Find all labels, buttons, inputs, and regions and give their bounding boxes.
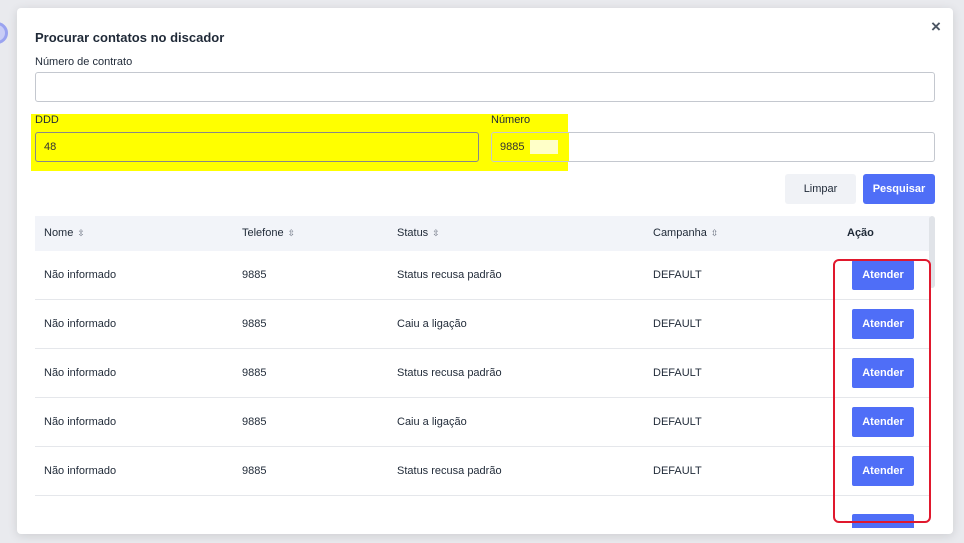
cell-campanha: DEFAULT bbox=[653, 269, 702, 281]
cell-telefone: 9885 bbox=[242, 416, 267, 428]
cell-campanha: DEFAULT bbox=[653, 465, 702, 477]
table-row: Não informado 9885 Status recusa padrão … bbox=[35, 447, 930, 496]
modal-title: Procurar contatos no discador bbox=[35, 30, 225, 45]
cell-nome: Não informado bbox=[44, 269, 117, 281]
cell-nome: Não informado bbox=[44, 416, 117, 428]
table-row: Não informado 9885 Status recusa padrão … bbox=[35, 251, 930, 300]
sort-icon[interactable]: ⇳ bbox=[288, 216, 296, 251]
cell-campanha: DEFAULT bbox=[653, 416, 702, 428]
cell-nome: Não informado bbox=[44, 367, 117, 379]
search-contacts-modal: × Procurar contatos no discador Número d… bbox=[17, 8, 953, 534]
numero-label: Número bbox=[491, 114, 531, 126]
cell-status: Status recusa padrão bbox=[397, 269, 502, 281]
cell-campanha: DEFAULT bbox=[653, 367, 702, 379]
cell-telefone: 9885 bbox=[242, 367, 267, 379]
column-header-nome[interactable]: Nome ⇳ bbox=[44, 216, 85, 251]
table-row: Não informado 9885 Caiu a ligação DEFAUL… bbox=[35, 300, 930, 349]
cell-status: Caiu a ligação bbox=[397, 416, 467, 428]
contract-number-label: Número de contrato bbox=[35, 56, 133, 68]
sort-icon[interactable]: ⇳ bbox=[432, 216, 440, 251]
column-header-status[interactable]: Status ⇳ bbox=[397, 216, 440, 251]
sort-icon[interactable]: ⇳ bbox=[77, 216, 85, 251]
ddd-input[interactable]: 48 bbox=[35, 132, 479, 162]
cell-status: Caiu a ligação bbox=[397, 318, 467, 330]
cell-telefone: 9885 bbox=[242, 318, 267, 330]
column-header-campanha[interactable]: Campanha ⇳ bbox=[653, 216, 718, 251]
column-header-telefone[interactable]: Telefone ⇳ bbox=[242, 216, 295, 251]
contract-number-input[interactable] bbox=[35, 72, 935, 102]
cell-campanha: DEFAULT bbox=[653, 318, 702, 330]
cell-status: Status recusa padrão bbox=[397, 465, 502, 477]
redaction-mask bbox=[530, 140, 558, 154]
table-header: Nome ⇳ Telefone ⇳ Status ⇳ Campanha ⇳ Ação bbox=[35, 216, 930, 251]
column-header-acao: Ação bbox=[847, 227, 874, 239]
sort-icon[interactable]: ⇳ bbox=[711, 216, 719, 251]
close-icon[interactable]: × bbox=[928, 18, 944, 35]
table-row: Não informado 9885 Status recusa padrão … bbox=[35, 349, 930, 398]
search-button[interactable]: Pesquisar bbox=[863, 174, 935, 204]
ddd-label: DDD bbox=[35, 114, 59, 126]
results-table: Nome ⇳ Telefone ⇳ Status ⇳ Campanha ⇳ Ação N… bbox=[35, 216, 930, 504]
cell-status: Status recusa padrão bbox=[397, 367, 502, 379]
clear-button[interactable]: Limpar bbox=[785, 174, 856, 204]
cell-nome: Não informado bbox=[44, 465, 117, 477]
annotation-red-box bbox=[833, 259, 931, 523]
cell-telefone: 9885 bbox=[242, 465, 267, 477]
background-avatar-fragment bbox=[0, 22, 8, 44]
cell-telefone: 9885 bbox=[242, 269, 267, 281]
table-row: Não informado 9885 Caiu a ligação DEFAUL… bbox=[35, 398, 930, 447]
cell-nome: Não informado bbox=[44, 318, 117, 330]
